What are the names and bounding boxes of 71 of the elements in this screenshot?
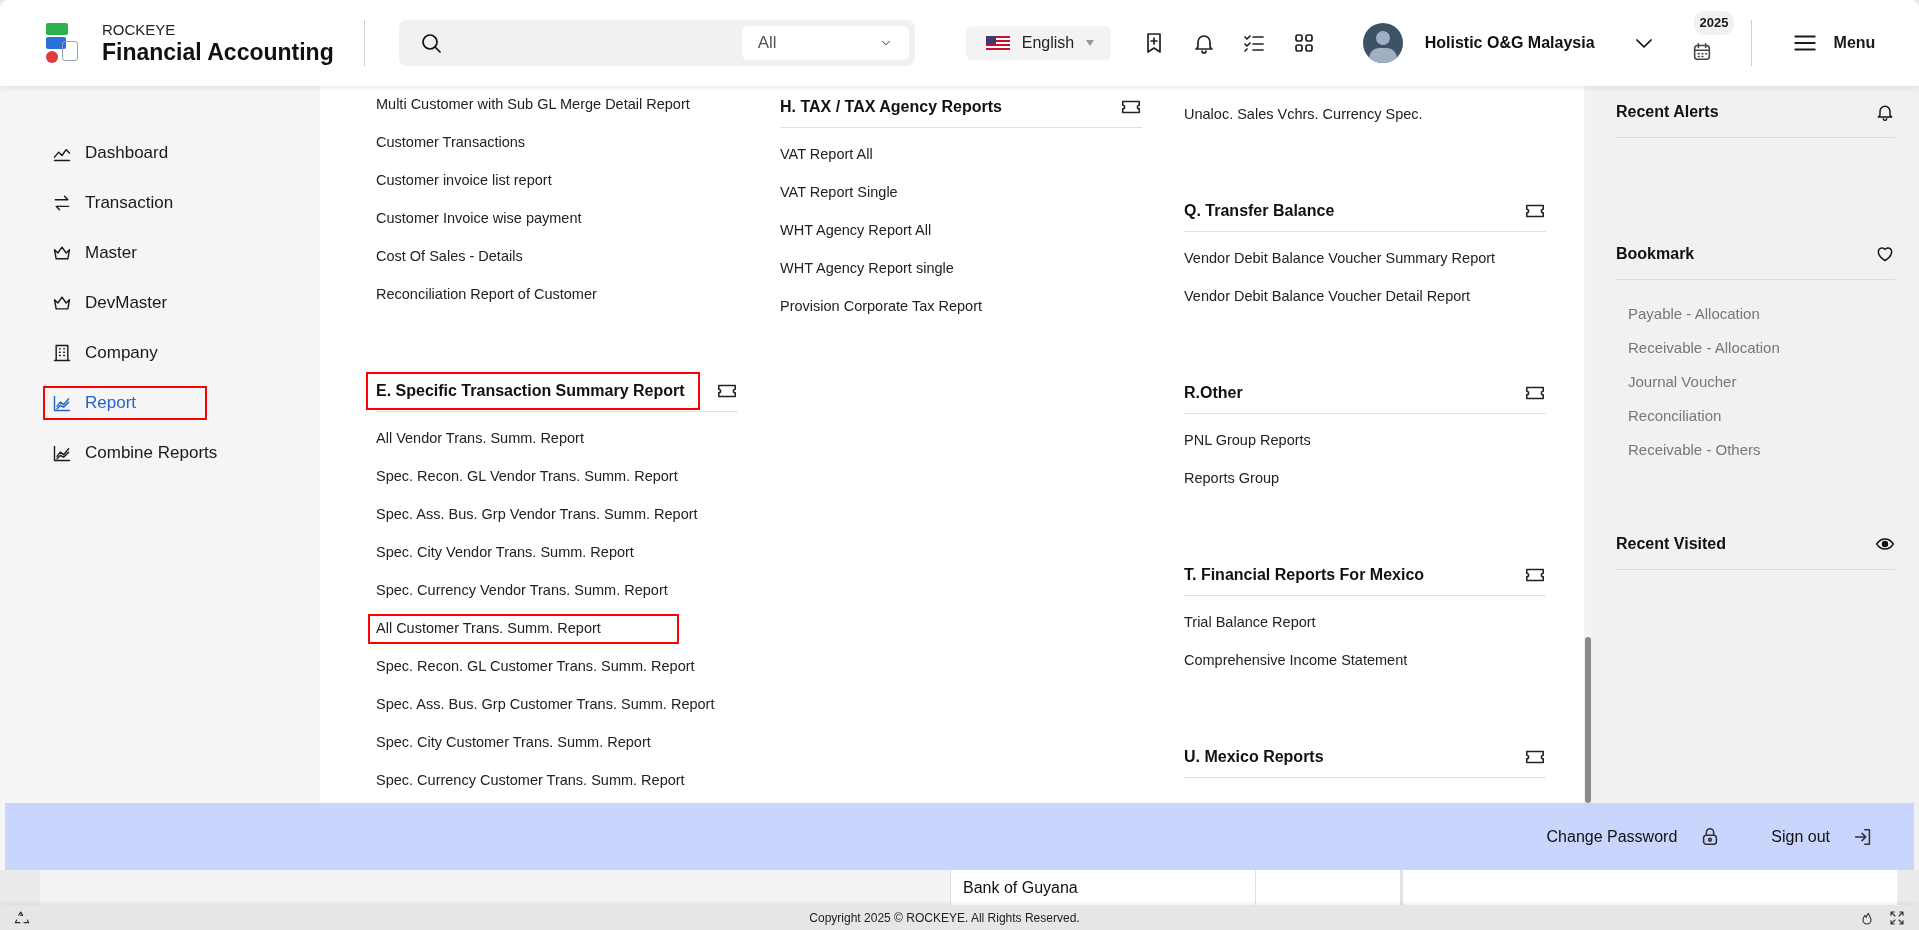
report-link[interactable]: Vendor Debit Balance Voucher Detail Report [1176, 282, 1479, 312]
panel-title: Recent Alerts [1616, 101, 1719, 122]
brand-title: Financial Accounting [102, 41, 334, 64]
recycle-icon[interactable] [14, 909, 30, 926]
report-link[interactable]: Spec. Ass. Bus. Grp Customer Trans. Summ. Report [368, 690, 723, 720]
section-title: U. Mexico Reports [1183, 746, 1325, 767]
sidebar-item[interactable]: Combine Reports [43, 436, 227, 470]
report-link[interactable]: Spec. City Vendor Trans. Summ. Report [368, 538, 642, 568]
bookmark-link[interactable]: Receivable - Others [1628, 438, 1895, 462]
report-link[interactable]: All Vendor Trans. Summ. Report [368, 424, 592, 454]
report-link[interactable]: Reconciliation Report of Customer [368, 280, 605, 310]
report-link[interactable]: Provision Corporate Tax Report [772, 292, 991, 322]
report-link[interactable]: Spec. Currency Customer Trans. Summ. Report [368, 766, 693, 796]
report-link[interactable]: Comprehensive Income Statement [1176, 646, 1416, 676]
panel-title: Recent Visited [1616, 533, 1726, 554]
report-link[interactable]: Customer Transactions [368, 128, 534, 158]
brand-subtitle: ROCKEYE [102, 22, 177, 37]
report-link[interactable]: WHT Agency Report All [772, 216, 940, 246]
report-link[interactable]: Multi Customer with Sub GL Merge Detail Report [368, 90, 698, 120]
building-icon [52, 343, 72, 363]
sign-out-button[interactable]: Sign out [1771, 824, 1874, 849]
report-link[interactable]: Spec. Recon. GL Customer Trans. Summ. Report [368, 652, 703, 682]
sidebar-item[interactable]: DevMaster [43, 286, 177, 320]
flag-icon [985, 35, 1010, 51]
bookmark-link[interactable]: Journal Voucher [1628, 370, 1895, 394]
report-link[interactable]: WHT Agency Report single [772, 254, 962, 284]
bookmark-link[interactable]: Reconciliation [1628, 404, 1895, 428]
bookmark-link[interactable]: Payable - Allocation [1628, 302, 1895, 326]
sidebar-item[interactable]: Company [43, 336, 167, 370]
chart-icon [52, 443, 72, 463]
bookmark-link[interactable]: Receivable - Allocation [1628, 336, 1895, 360]
report-link[interactable]: PNL Group Reports [1176, 426, 1319, 456]
scrollbar-thumb[interactable] [1585, 637, 1591, 803]
fullscreen-icon[interactable] [1889, 909, 1905, 926]
report-link[interactable]: Spec. Recon. GL Vendor Trans. Summ. Report [368, 462, 686, 492]
report-link[interactable]: Spec. City Customer Trans. Summ. Report [368, 728, 659, 758]
year-badge: 2025 [1693, 11, 1735, 35]
report-link[interactable]: Trial Balance Report [1176, 608, 1324, 638]
arrows-icon [52, 193, 72, 213]
section-title: H. TAX / TAX Agency Reports [779, 96, 1003, 117]
report-link[interactable]: VAT Report Single [772, 178, 906, 208]
report-link[interactable]: All Customer Trans. Summ. Report [368, 614, 679, 644]
scope-dropdown[interactable]: All [741, 26, 909, 60]
report-link[interactable]: Customer invoice list report [368, 166, 560, 196]
report-link[interactable]: Reports Group [1176, 464, 1288, 494]
menu-button[interactable]: Menu [1791, 30, 1876, 56]
section-title: R.Other [1183, 382, 1244, 403]
copyright-text: Copyright 2025 © ROCKEYE. All Rights Reserved. [808, 909, 1081, 927]
avatar[interactable] [1362, 23, 1403, 63]
sidebar-item[interactable]: Report [43, 386, 207, 420]
section-title: T. Financial Reports For Mexico [1183, 564, 1426, 585]
chart-icon [52, 393, 72, 413]
change-password-button[interactable]: Change Password [1546, 824, 1722, 849]
company-name[interactable]: Holistic O&G Malaysia [1424, 31, 1595, 55]
report-link[interactable]: Spec. Currency Vendor Trans. Summ. Report [368, 576, 676, 606]
report-link[interactable]: Cost Of Sales - Details [368, 242, 531, 272]
section-title: E. Specific Transaction Summary Report [366, 371, 700, 410]
report-link[interactable]: VAT Report All [772, 140, 881, 170]
sidebar-item[interactable]: Transaction [43, 186, 183, 220]
logo-icon [44, 21, 80, 65]
search-field[interactable]: All [398, 20, 915, 66]
report-link[interactable]: Unaloc. Sales Vchrs. Currency Spec. [1176, 100, 1431, 130]
report-link[interactable]: Vendor Debit Balance Voucher Summary Report [1176, 244, 1504, 274]
sidebar-item[interactable]: Master [43, 236, 146, 270]
language-dropdown[interactable]: English [965, 26, 1111, 60]
panel-title: Bookmark [1616, 243, 1695, 264]
report-link[interactable]: Customer Invoice wise payment [368, 204, 590, 234]
section-title: Q. Transfer Balance [1183, 200, 1336, 221]
caret-icon [1086, 40, 1095, 46]
sidebar-item[interactable]: Dashboard [43, 136, 178, 170]
report-link[interactable]: Spec. Ass. Bus. Grp Vendor Trans. Summ. Report [368, 500, 706, 530]
